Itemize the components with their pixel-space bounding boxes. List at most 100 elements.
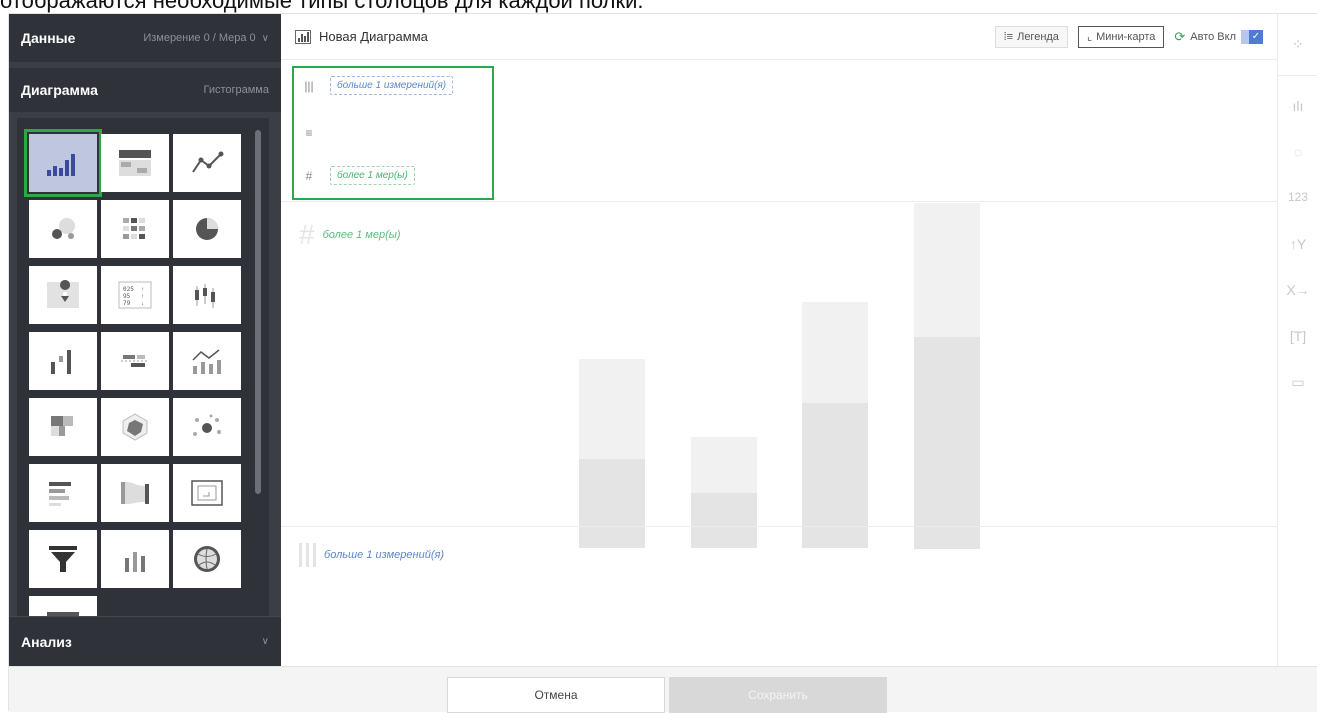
data-section-header[interactable]: Данные Измерение 0 / Мера 0 ∨ [9, 14, 281, 62]
auto-toggle[interactable]: ✓ [1241, 29, 1263, 44]
line-chart-icon [192, 151, 224, 173]
chart-type-frame[interactable] [173, 464, 241, 522]
chart-header: Новая Диаграмма ⁞≡ Легенда ⌞ Мини-карта … [281, 14, 1277, 60]
boxplot-icon [195, 284, 215, 308]
placeholder-bar [914, 203, 980, 549]
svg-text:95: 95 [123, 293, 131, 300]
minimap-button[interactable]: ⌞ Мини-карта [1077, 25, 1165, 48]
auto-refresh-control[interactable]: ⟳ Авто Вкл ✓ [1174, 29, 1263, 45]
chevron-down-icon: ∨ [261, 636, 269, 647]
svg-text:79: 79 [123, 300, 131, 307]
dimension-bars-icon [299, 543, 316, 567]
x-axis-icon[interactable]: X→ [1278, 282, 1317, 298]
chart-type-waterfall[interactable] [29, 332, 97, 390]
field-shelves: ||| больше 1 измерений(я) ≡ # более 1 ме… [281, 62, 1277, 202]
bar-chart-icon [295, 29, 311, 44]
svg-text:↑: ↑ [141, 294, 144, 300]
filter-icon[interactable]: ⁘ [1278, 14, 1317, 76]
chart-type-radar[interactable] [101, 398, 169, 456]
heatmap-icon [123, 218, 145, 239]
chart-type-bar-horizontal[interactable] [29, 464, 97, 522]
right-tool-rail: ⁘ ılı ◌ 123 ↑Y X→ [T] ▭ [1277, 14, 1317, 666]
chart-type-table[interactable] [101, 134, 169, 192]
list-icon: ≡ [305, 126, 313, 140]
chart-type-heatmap[interactable] [101, 200, 169, 258]
sankey-icon [121, 482, 149, 504]
text-icon[interactable]: [T] [1278, 328, 1317, 344]
funnel-icon [49, 546, 77, 572]
shelf-highlight: ||| больше 1 измерений(я) ≡ # более 1 ме… [292, 66, 494, 200]
chart-type-timeline[interactable] [101, 332, 169, 390]
chart-type-sankey[interactable] [101, 464, 169, 522]
placeholder-bar [579, 359, 645, 548]
refresh-icon: ⟳ [1174, 28, 1186, 44]
page-caption: отображаются необходимые типы столбцов д… [0, 0, 644, 13]
combo-chart-icon [192, 349, 221, 374]
axis-divider [281, 526, 1277, 527]
dimension-shelf[interactable]: ||| больше 1 измерений(я) [302, 76, 454, 95]
gallery-scrollbar[interactable] [255, 130, 261, 494]
chart-type-network[interactable] [173, 398, 241, 456]
treemap-icon [51, 416, 73, 436]
stacked-bar-icon [125, 552, 145, 572]
chart-type-funnel[interactable] [29, 530, 97, 588]
chart-type-map[interactable] [29, 266, 97, 324]
placeholder-bar [691, 437, 757, 548]
chart-editor: Данные Измерение 0 / Мера 0 ∨ Диаграмма … [8, 13, 1317, 713]
data-section-title: Данные [21, 30, 76, 46]
chart-type-chord[interactable] [173, 530, 241, 588]
number-format-icon[interactable]: 123 [1278, 190, 1317, 204]
chart-type-bubble[interactable] [29, 200, 97, 258]
placeholder-bar [802, 302, 868, 548]
legend-label: Легенда [1017, 30, 1059, 43]
chart-type-stacked-bar[interactable] [101, 530, 169, 588]
cancel-button[interactable]: Отмена [447, 677, 665, 713]
palette-icon[interactable]: ◌ [1278, 144, 1317, 160]
map-icon [47, 280, 79, 308]
dimension-shelf-icon: ||| [304, 78, 314, 93]
chart-section-header[interactable]: Диаграмма Гистограмма [9, 68, 281, 112]
measure-shelf[interactable]: # более 1 мер(ы) [302, 166, 415, 185]
legend-button[interactable]: ⁞≡ Легенда [994, 25, 1068, 48]
chart-settings-icon[interactable]: ılı [1278, 98, 1317, 114]
chart-title[interactable]: Новая Диаграмма [319, 29, 428, 44]
y-axis-hint: # более 1 мер(ы) [299, 221, 401, 249]
chart-workspace: Новая Диаграмма ⁞≡ Легенда ⌞ Мини-карта … [281, 14, 1277, 666]
x-axis-hint-text: больше 1 измерений(я) [324, 549, 445, 561]
bubble-chart-icon [52, 218, 75, 239]
waterfall-icon [51, 350, 71, 374]
chart-type-more[interactable] [29, 596, 97, 616]
chart-canvas: # более 1 мер(ы) больше 1 измерений(я) [281, 203, 1277, 666]
data-section-summary: Измерение 0 / Мера 0 ∨ [143, 32, 269, 44]
timeline-icon [121, 355, 149, 367]
kpi-table-icon: 0259579↑↑↓ [118, 281, 152, 309]
color-shelf[interactable]: ≡ [302, 126, 316, 140]
analysis-expand: ∨ [262, 636, 269, 647]
chart-type-combo[interactable] [173, 332, 241, 390]
comment-icon[interactable]: ▭ [1278, 374, 1317, 391]
x-axis-hint: больше 1 измерений(я) [299, 543, 444, 567]
chart-section-title: Диаграмма [21, 82, 98, 98]
chart-type-kpi[interactable]: 025 95 79 ↑ ↑ ↓ [101, 266, 169, 324]
header-toolbar: ⁞≡ Легенда ⌞ Мини-карта ⟳ Авто Вкл ✓ [994, 25, 1263, 48]
measure-shelf-hint: более 1 мер(ы) [330, 166, 415, 185]
chart-type-boxplot[interactable] [173, 266, 241, 324]
network-icon [193, 414, 221, 436]
chart-type-pie[interactable] [173, 200, 241, 258]
histogram-icon [47, 154, 75, 176]
pie-chart-icon [196, 218, 218, 240]
horizontal-bar-icon [49, 482, 71, 506]
left-sidebar: Данные Измерение 0 / Мера 0 ∨ Диаграмма … [9, 14, 281, 666]
minimap-label: Мини-карта [1096, 30, 1156, 43]
save-button[interactable]: Сохранить [669, 677, 887, 713]
minimap-icon: ⌞ [1086, 31, 1093, 43]
analysis-section-title: Анализ [21, 633, 72, 650]
y-axis-icon[interactable]: ↑Y [1278, 236, 1317, 252]
chevron-down-icon: ∨ [261, 32, 269, 44]
auto-label: Авто Вкл [1190, 30, 1236, 43]
chart-type-histogram[interactable] [24, 129, 102, 197]
chart-type-treemap[interactable] [29, 398, 97, 456]
svg-text:↑: ↑ [141, 287, 144, 293]
chart-type-line[interactable] [173, 134, 241, 192]
analysis-section-header[interactable]: Анализ ∨ [9, 616, 281, 666]
